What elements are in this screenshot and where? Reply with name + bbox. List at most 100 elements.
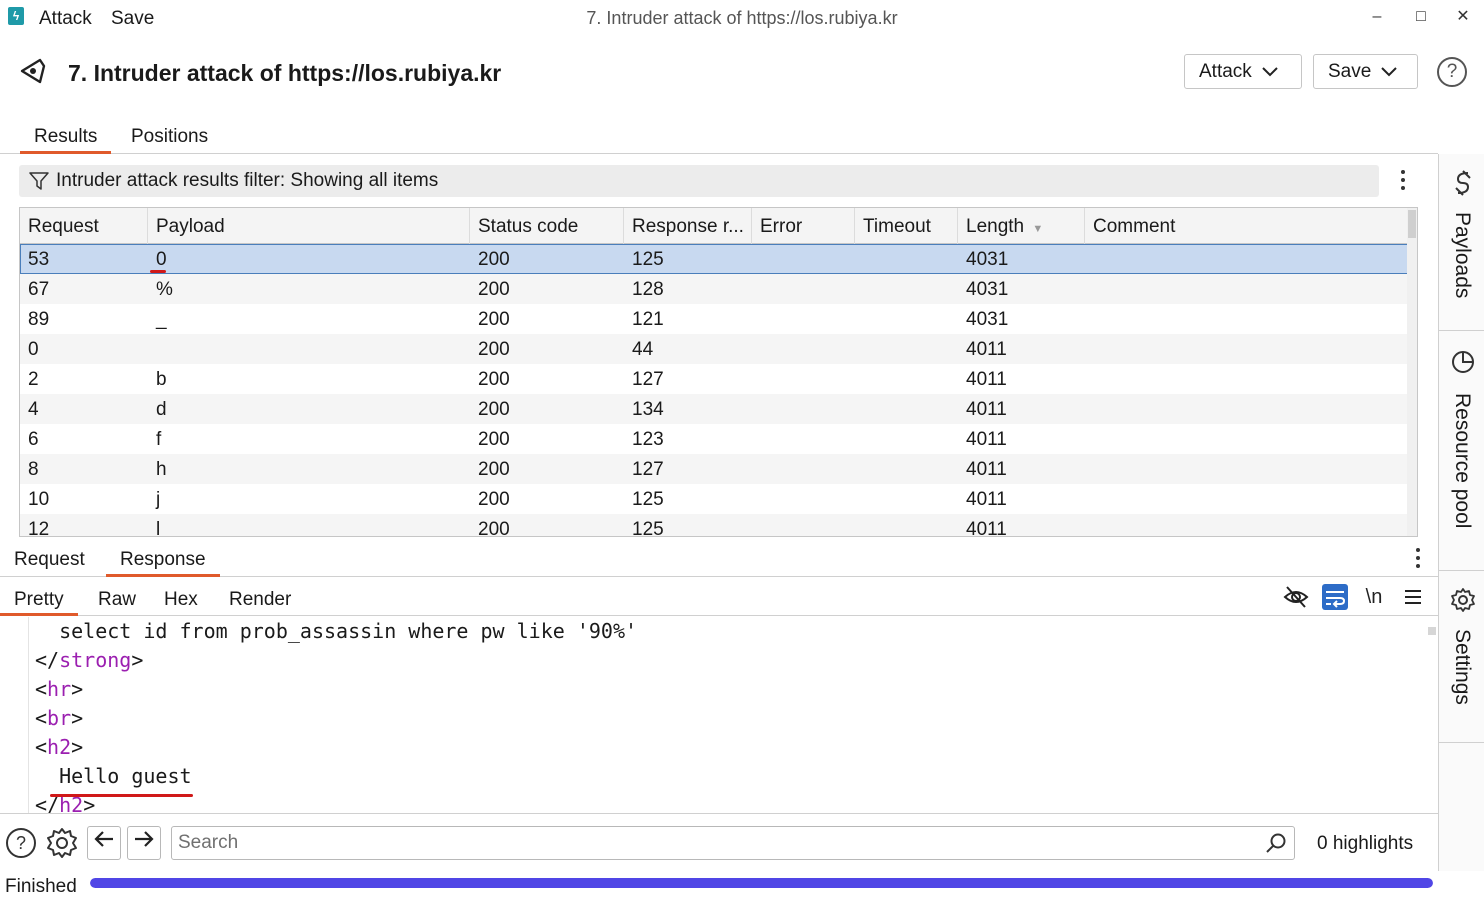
save-button-label: Save — [1328, 61, 1372, 82]
table-row[interactable]: 8 h 200 127 4011 — [20, 454, 1408, 484]
sidebar-item-resource-pool[interactable]: Resource pool — [1439, 331, 1484, 571]
resource-pool-icon — [1452, 351, 1474, 373]
save-dropdown-button[interactable]: Save — [1313, 54, 1418, 89]
view-tab-bar: Pretty Raw Hex Render \n — [0, 578, 1438, 616]
help-icon[interactable]: ? — [1437, 57, 1467, 87]
table-row[interactable]: 89 _ 200 121 4031 — [20, 304, 1408, 334]
tab-request[interactable]: Request — [0, 549, 99, 577]
cell-response: 127 — [632, 459, 664, 480]
column-comment[interactable]: Comment — [1085, 208, 1408, 244]
cell-payload: h — [156, 459, 167, 480]
table-row[interactable]: 6 f 200 123 4011 — [20, 424, 1408, 454]
editor-gutter — [28, 617, 29, 813]
tab-raw[interactable]: Raw — [84, 589, 150, 616]
column-response-received[interactable]: Response r... — [624, 208, 752, 244]
column-request[interactable]: Request — [20, 208, 148, 244]
gear-icon[interactable] — [45, 826, 79, 860]
table-body: 53 0 200 125 4031 67% 200 128 4031 89 _ 200 121 4031 0… — [20, 244, 1408, 537]
code-line: <h2> — [35, 735, 84, 759]
cell-response: 134 — [632, 399, 664, 420]
minimize-button[interactable]: – — [1354, 4, 1400, 30]
newline-toggle-icon[interactable]: \n — [1361, 584, 1387, 610]
column-error[interactable]: Error — [752, 208, 855, 244]
page-title: 7. Intruder attack of https://los.rubiya… — [68, 60, 502, 86]
settings-gear-icon — [1451, 588, 1475, 612]
table-header: Request Payload Status code Response r..… — [20, 208, 1408, 244]
cell-length: 4011 — [966, 489, 1007, 510]
cell-request: 10 — [28, 489, 50, 510]
search-input[interactable] — [171, 826, 1295, 860]
highlights-count: 0 highlights — [1317, 833, 1414, 854]
cell-error — [752, 334, 760, 364]
main-tab-bar: Results Positions — [0, 116, 1438, 154]
cell-comment — [1085, 424, 1093, 454]
table-row[interactable]: 53 0 200 125 4031 — [20, 244, 1408, 274]
sidebar-label-resource-pool: Resource pool — [1451, 393, 1474, 529]
annotation-underline-hello — [50, 794, 193, 797]
table-row[interactable]: 12 l 200 125 4011 — [20, 514, 1408, 537]
results-filter-bar[interactable]: Intruder attack results filter: Showing … — [19, 165, 1379, 197]
close-button[interactable]: ✕ — [1440, 4, 1484, 30]
cell-payload: % — [156, 279, 173, 300]
code-line: select id from prob_assassin where pw li… — [35, 619, 638, 643]
table-row[interactable]: 10 j 200 125 4011 — [20, 484, 1408, 514]
maximize-button[interactable]: □ — [1398, 4, 1444, 30]
cell-length: 4011 — [966, 429, 1007, 450]
word-wrap-icon[interactable] — [1322, 584, 1348, 610]
results-more-icon[interactable] — [1400, 170, 1406, 190]
previous-arrow-icon[interactable] — [87, 826, 121, 860]
cell-status: 200 — [478, 489, 510, 510]
editor-scrollbar[interactable] — [1428, 627, 1436, 635]
cell-timeout — [855, 274, 863, 304]
menu-icon[interactable] — [1400, 584, 1426, 610]
table-row[interactable]: 4 d 200 134 4011 — [20, 394, 1408, 424]
intruder-icon — [20, 58, 46, 84]
code-line: </strong> — [35, 648, 144, 672]
cell-timeout — [855, 424, 863, 454]
help-circle-icon[interactable]: ? — [4, 826, 38, 860]
response-more-icon[interactable] — [1415, 548, 1421, 568]
tab-pretty[interactable]: Pretty — [0, 589, 78, 616]
hide-eye-icon[interactable] — [1283, 584, 1309, 610]
tab-results[interactable]: Results — [20, 126, 112, 154]
sidebar-label-settings: Settings — [1451, 629, 1474, 705]
search-icon[interactable] — [1265, 832, 1287, 854]
column-length[interactable]: Length ▼ — [958, 208, 1085, 244]
column-status-code[interactable]: Status code — [470, 208, 624, 244]
cell-comment — [1085, 514, 1093, 536]
cell-response: 125 — [632, 519, 664, 537]
tab-positions[interactable]: Positions — [117, 126, 222, 154]
cell-payload: d — [156, 399, 167, 420]
cell-timeout — [855, 244, 863, 274]
column-payload[interactable]: Payload — [148, 208, 470, 244]
attack-header: 7. Intruder attack of https://los.rubiya… — [0, 36, 1484, 116]
column-timeout[interactable]: Timeout — [855, 208, 958, 244]
table-row[interactable]: 2 b 200 127 4011 — [20, 364, 1408, 394]
attack-dropdown-button[interactable]: Attack — [1184, 54, 1302, 89]
cell-request: 89 — [28, 309, 50, 330]
cell-length: 4011 — [966, 519, 1007, 537]
tab-render[interactable]: Render — [215, 589, 305, 616]
cell-status: 200 — [478, 279, 510, 300]
cell-request: 12 — [28, 519, 50, 537]
response-body-editor[interactable]: select id from prob_assassin where pw li… — [0, 617, 1438, 813]
cell-payload — [148, 334, 156, 364]
cell-length: 4011 — [966, 459, 1007, 480]
cell-error — [752, 424, 760, 454]
table-scrollbar[interactable] — [1407, 208, 1417, 536]
cell-payload: l — [156, 519, 161, 537]
sort-descending-icon: ▼ — [1032, 223, 1044, 235]
next-arrow-icon[interactable] — [127, 826, 161, 860]
cell-error — [752, 364, 760, 394]
cell-request: 0 — [28, 339, 39, 360]
cell-status: 200 — [478, 339, 510, 360]
cell-length: 4011 — [966, 399, 1007, 420]
tab-hex[interactable]: Hex — [150, 589, 212, 616]
sidebar-item-payloads[interactable]: Payloads — [1439, 154, 1484, 331]
cell-status: 200 — [478, 249, 510, 270]
table-row[interactable]: 0 200 44 4011 — [20, 334, 1408, 364]
sidebar-item-settings[interactable]: Settings — [1439, 571, 1484, 743]
cell-status: 200 — [478, 429, 510, 450]
table-row[interactable]: 67% 200 128 4031 — [20, 274, 1408, 304]
tab-response[interactable]: Response — [106, 549, 220, 577]
